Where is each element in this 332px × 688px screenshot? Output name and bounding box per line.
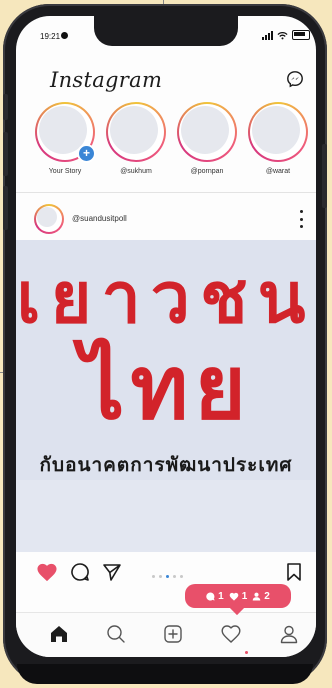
add-story-icon[interactable]: + bbox=[77, 144, 96, 163]
phone-frame: 19:21 Instagram + Your Story @sukhum @po… bbox=[3, 4, 327, 684]
headline-subtitle: กับอนาคตการพัฒนาประเทศ bbox=[39, 454, 293, 476]
comment-count-value: 1 bbox=[218, 590, 224, 602]
add-post-icon[interactable] bbox=[162, 623, 184, 645]
power-button bbox=[322, 144, 327, 208]
comment-count: 1 bbox=[206, 591, 224, 602]
carousel-dot bbox=[152, 575, 155, 578]
signal-icon bbox=[262, 30, 273, 40]
comment-filled-icon bbox=[206, 591, 215, 601]
bookmark-icon[interactable] bbox=[286, 562, 302, 582]
status-bar: 19:21 bbox=[16, 16, 316, 52]
carousel-dot bbox=[173, 575, 176, 578]
person-filled-icon bbox=[253, 592, 261, 601]
story-label: @warat bbox=[265, 168, 291, 175]
story-warat[interactable]: @warat bbox=[246, 102, 310, 175]
image-band bbox=[16, 480, 316, 552]
profile-icon[interactable] bbox=[278, 623, 300, 645]
comment-icon[interactable] bbox=[70, 562, 90, 582]
story-label: @sukhum bbox=[120, 168, 152, 175]
notch bbox=[94, 16, 238, 46]
wifi-icon bbox=[277, 31, 288, 39]
location-dot-icon bbox=[61, 32, 68, 39]
carousel-dot bbox=[180, 575, 183, 578]
avatar bbox=[181, 106, 229, 154]
post-image[interactable]: เยาวชน ไทย กับอนาคตการพัฒนาประเทศ bbox=[16, 240, 316, 552]
post-header: @suandusitpoll bbox=[16, 202, 316, 238]
stories-tray[interactable]: + Your Story @sukhum @pornpan @warat bbox=[16, 102, 316, 192]
messenger-icon[interactable] bbox=[286, 70, 304, 88]
heart-filled-icon bbox=[229, 592, 239, 601]
phone-chin bbox=[17, 664, 313, 684]
post-username[interactable]: @suandusitpoll bbox=[72, 214, 127, 223]
like-count-value: 1 bbox=[241, 590, 248, 602]
home-icon[interactable] bbox=[48, 623, 70, 645]
more-options-icon[interactable] bbox=[300, 210, 304, 228]
heart-outline-icon[interactable] bbox=[220, 623, 242, 645]
story-ring bbox=[177, 102, 237, 162]
follow-count: 2 bbox=[252, 591, 270, 602]
story-pornpan[interactable]: @pornpan bbox=[175, 102, 239, 175]
story-your-story[interactable]: + Your Story bbox=[33, 102, 97, 175]
bottom-tab-bar bbox=[16, 612, 316, 657]
post-avatar[interactable] bbox=[34, 204, 64, 234]
follow-count-value: 2 bbox=[264, 590, 270, 602]
phone-screen: 19:21 Instagram + Your Story @sukhum @po… bbox=[16, 16, 316, 657]
carousel-dots bbox=[152, 575, 183, 578]
activity-notification-bubble[interactable]: 1 1 2 bbox=[185, 584, 291, 608]
story-label: @pornpan bbox=[190, 168, 224, 175]
app-header: Instagram bbox=[16, 64, 316, 94]
active-tab-dot bbox=[245, 651, 248, 654]
story-label: Your Story bbox=[48, 168, 82, 175]
send-icon[interactable] bbox=[102, 562, 122, 582]
like-count: 1 bbox=[229, 590, 248, 602]
avatar bbox=[252, 106, 300, 154]
instagram-logo: Instagram bbox=[50, 68, 163, 92]
status-icons bbox=[262, 30, 310, 40]
heart-icon[interactable] bbox=[36, 562, 58, 582]
headline-thai: ไทย bbox=[80, 336, 252, 439]
volume-up-button bbox=[3, 132, 8, 176]
story-sukhum[interactable]: @sukhum bbox=[104, 102, 168, 175]
search-icon[interactable] bbox=[105, 623, 127, 645]
battery-icon bbox=[292, 30, 310, 40]
status-time: 19:21 bbox=[40, 32, 61, 41]
post-actions bbox=[16, 556, 316, 586]
story-ring: + bbox=[35, 102, 96, 163]
carousel-dot-active bbox=[166, 575, 169, 578]
mute-switch bbox=[3, 94, 8, 120]
story-ring bbox=[106, 102, 166, 162]
story-ring bbox=[248, 102, 308, 162]
avatar bbox=[110, 106, 158, 154]
carousel-dot bbox=[159, 575, 162, 578]
headline-youth: เยาวชน bbox=[16, 257, 316, 339]
divider bbox=[16, 192, 316, 193]
volume-down-button bbox=[3, 186, 8, 230]
